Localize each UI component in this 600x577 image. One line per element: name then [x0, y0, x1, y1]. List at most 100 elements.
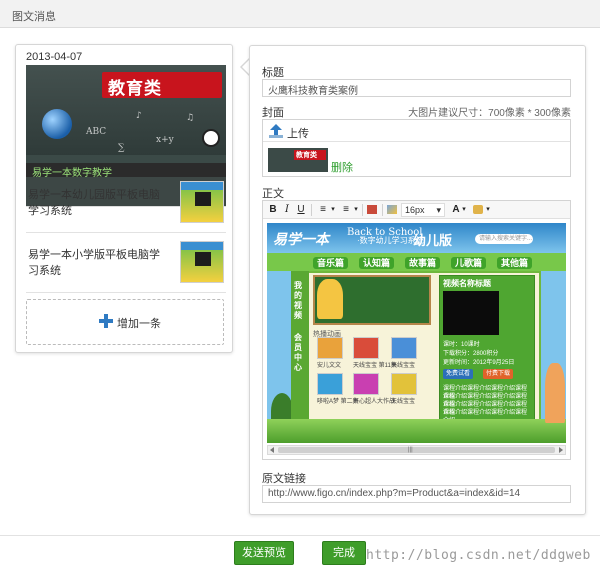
rich-text-editor: B I U ≡ ▾ ≡ ▾ 16px ▾ A ▾ ▾ 易学一本 ·数字幼儿学习系统…: [262, 200, 571, 460]
cartoon-card: [391, 337, 417, 359]
toolbar-separator: [382, 204, 383, 216]
bold-button[interactable]: B: [268, 204, 278, 216]
cartoon-caption: 安儿文文: [317, 363, 342, 369]
chevron-down-icon: ▾: [436, 205, 441, 215]
paid-download-button: 付费下载: [483, 369, 514, 379]
scroll-left-icon[interactable]: [270, 447, 274, 453]
font-color-button[interactable]: A: [451, 204, 461, 216]
girl-illustration: [317, 279, 343, 319]
content-search: 请输入搜索关键字...: [475, 234, 533, 244]
underline-button[interactable]: U: [296, 204, 306, 216]
source-link-label: 原文链接: [262, 473, 306, 485]
globe-icon: [42, 109, 72, 139]
preview-date: 2013-04-07: [26, 51, 83, 63]
plus-icon: [99, 314, 113, 328]
page-header: 图文消息: [0, 0, 600, 28]
font-size-value: 16px: [405, 205, 425, 215]
upload-icon: [269, 124, 283, 138]
title-label: 标题: [262, 67, 284, 79]
content-tab: 故事篇: [405, 257, 441, 269]
category-ribbon-text: 教育类: [108, 79, 162, 98]
chalk-text: ∑: [118, 143, 125, 153]
chevron-down-icon[interactable]: ▾: [353, 204, 359, 216]
cartoon-caption: 天线宝宝: [391, 363, 416, 369]
soccer-ball-icon: [202, 129, 220, 147]
chalk-text: x+y: [156, 135, 174, 145]
body-label: 正文: [262, 188, 284, 200]
font-size-select[interactable]: 16px ▾: [401, 203, 445, 217]
video-info: 下载积分：2800积分: [443, 351, 499, 357]
thumbnail-screen: [195, 192, 211, 206]
title-input[interactable]: 火鹰科技教育类案例: [262, 79, 571, 97]
chevron-down-icon[interactable]: ▾: [485, 204, 491, 216]
chevron-down-icon[interactable]: ▾: [461, 204, 467, 216]
cartoon-caption: 开心超人大作战: [353, 399, 396, 405]
cartoon-card: [317, 337, 343, 359]
delete-cover-link[interactable]: 删除: [331, 159, 353, 175]
cartoon-card: [353, 373, 379, 395]
image-icon[interactable]: [367, 205, 377, 214]
cover-thumbnail-text: 教育类: [296, 152, 317, 159]
content-banner-text: Back to School: [347, 227, 423, 238]
category-ribbon: 教育类: [102, 72, 222, 98]
article-thumbnail: [180, 181, 224, 223]
scrollbar-grip-icon: |||: [408, 447, 413, 453]
cartoon-card: [391, 373, 417, 395]
content-tab: 音乐篇: [313, 257, 349, 269]
content-logo: 易学一本: [273, 231, 329, 247]
scroll-right-icon[interactable]: [559, 447, 563, 453]
article-thumbnail: [180, 241, 224, 283]
horizontal-scrollbar[interactable]: |||: [267, 445, 566, 455]
chalk-text: ABC: [86, 127, 107, 137]
add-article-label: 增加一条: [117, 318, 161, 330]
eraser-icon[interactable]: [387, 205, 397, 214]
video-info: 课时：10课时: [443, 342, 480, 348]
toolbar-separator: [362, 204, 363, 216]
video-title: 视频名称标题: [443, 279, 491, 288]
ordered-list-button[interactable]: ≡: [316, 204, 330, 216]
add-article-button[interactable]: 增加一条: [26, 299, 224, 345]
cover-upload-box: 上传 教育类 删除: [262, 119, 571, 177]
finish-button[interactable]: 完成: [322, 541, 366, 565]
thumbnail-band: [181, 182, 223, 190]
thumbnail-band: [181, 242, 223, 250]
cover-label: 封面: [262, 107, 284, 119]
content-tab: 其他篇: [497, 257, 533, 269]
editor-content-image[interactable]: 易学一本 ·数字幼儿学习系统 幼儿版 请输入搜索关键字... 音乐篇 认知篇 故…: [267, 223, 566, 443]
upload-button[interactable]: 上传: [263, 120, 570, 142]
video-player: [443, 291, 499, 335]
content-side-label: 我的视频: [294, 281, 302, 320]
toolbar-separator: [311, 204, 312, 216]
upload-label: 上传: [287, 128, 309, 140]
chalk-text: ♫: [186, 113, 195, 123]
chevron-down-icon[interactable]: ▾: [330, 204, 336, 216]
page-title: 图文消息: [12, 11, 56, 23]
ground-illustration: [267, 419, 566, 443]
video-info: 更新时间：2012年9月25日: [443, 360, 515, 366]
content-tab: 儿歌篇: [451, 257, 487, 269]
free-trial-button: 免费试看: [443, 369, 474, 379]
watermark: http://blog.csdn.net/ddgweb: [366, 548, 591, 563]
cover-size-hint: 大图片建议尺寸：700像素 * 300像素: [408, 108, 571, 119]
bullet-list-button[interactable]: ≡: [339, 204, 353, 216]
editor-toolbar: B I U ≡ ▾ ≡ ▾ 16px ▾ A ▾ ▾: [263, 201, 570, 219]
chalk-text: ♪: [136, 111, 142, 121]
scrollbar-thumb[interactable]: [278, 447, 555, 453]
footer-divider: [0, 535, 600, 536]
cartoon-card: [353, 337, 379, 359]
preview-panel: 2013-04-07 ABC ♪ x+y ∑ ♫ 教育类 易学一本数字教学 易学…: [15, 44, 233, 353]
content-tab: 认知篇: [359, 257, 395, 269]
cartoon-caption: 天线宝宝: [391, 399, 416, 405]
italic-button[interactable]: I: [282, 204, 292, 216]
article-title: 易学一本小学版平板电脑学习系统: [28, 249, 160, 277]
thumbnail-screen: [195, 252, 211, 266]
source-link-input[interactable]: http://www.figo.cn/index.php?m=Product&a…: [262, 485, 571, 503]
cartoon-card: [317, 373, 343, 395]
kid-illustration: [545, 363, 565, 423]
highlight-icon[interactable]: [473, 205, 483, 214]
article-item[interactable]: 易学一本幼儿园版平板电脑学习系统: [26, 173, 226, 233]
send-preview-button[interactable]: 发送预览: [234, 541, 294, 565]
editor-panel: 标题 火鹰科技教育类案例 封面 大图片建议尺寸：700像素 * 300像素 上传…: [249, 45, 586, 515]
cover-thumbnail: 教育类: [268, 148, 328, 172]
article-item[interactable]: 易学一本小学版平板电脑学习系统: [26, 233, 226, 293]
